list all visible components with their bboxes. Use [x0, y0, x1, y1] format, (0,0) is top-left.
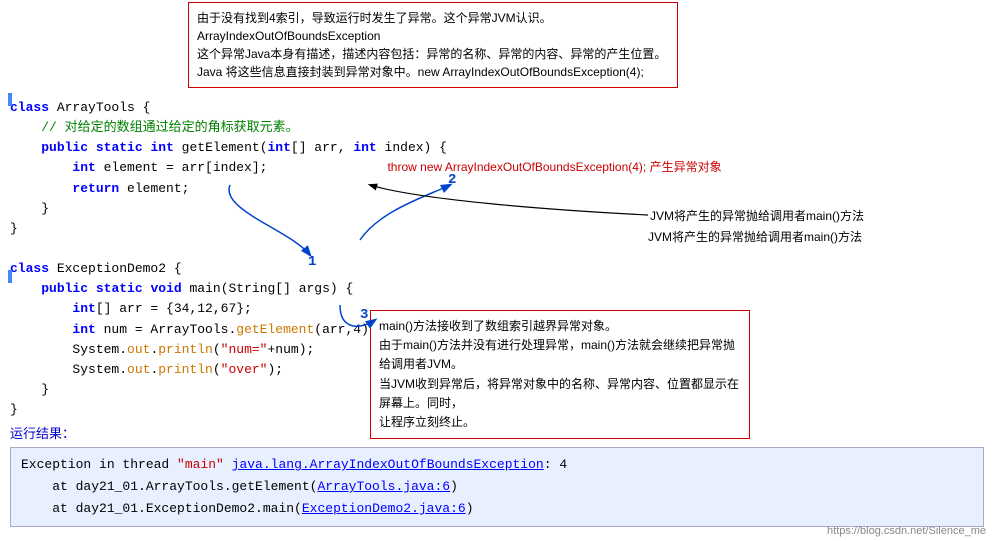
result-box: Exception in thread "main" java.lang.Arr… [10, 447, 984, 527]
top-annotation-line1: 由于没有找到4索引，导致运行时发生了异常。这个异常JVM认识。ArrayInde… [197, 9, 669, 45]
right-annotation: JVM将产生的异常抛给调用者main()方法 [648, 228, 968, 245]
code-line-close1: } [10, 199, 984, 219]
code-line-method2: public static void main(String[] args) { [10, 279, 984, 299]
code-line-comment: // 对给定的数组通过给定的角标获取元素。 [10, 118, 984, 138]
result-line1: Exception in thread "main" java.lang.Arr… [21, 454, 973, 476]
code-line-method1: public static int getElement(int[] arr, … [10, 138, 984, 158]
code-line-element: int element = arr[index];throw new Array… [10, 158, 984, 178]
bottom-line2: 由于main()方法并没有进行处理异常，main()方法就会继续把异常抛给调用者… [379, 336, 741, 374]
top-annotation-line2: 这个异常Java本身有描述，描述内容包括：异常的名称、异常的内容、异常的产生位置… [197, 45, 669, 63]
code-line-return: return element; [10, 179, 984, 199]
top-annotation-line3: Java 将这些信息直接封装到异常对象中。new ArrayIndexOutOf… [197, 63, 669, 81]
top-annotation-box: 由于没有找到4索引，导致运行时发生了异常。这个异常JVM认识。ArrayInde… [188, 2, 678, 88]
result-line2: at day21_01.ArrayTools.getElement(ArrayT… [21, 476, 973, 498]
bottom-line1: main()方法接收到了数组索引越界异常对象。 [379, 317, 741, 336]
bottom-line3: 当JVM收到异常后，将异常对象中的名称、异常内容、位置都显示在屏幕上。同时， [379, 375, 741, 413]
main-container: 由于没有找到4索引，导致运行时发生了异常。这个异常JVM认识。ArrayInde… [0, 0, 994, 541]
result-line3: at day21_01.ExceptionDemo2.main(Exceptio… [21, 498, 973, 520]
watermark: https://blog.csdn.net/Silence_me [827, 525, 986, 537]
code-line-class2: class ExceptionDemo2 { [10, 259, 984, 279]
code-line-class1: class ArrayTools { [10, 98, 984, 118]
bottom-annotation-box: main()方法接收到了数组索引越界异常对象。 由于main()方法并没有进行处… [370, 310, 750, 439]
bottom-line4: 让程序立刻终止。 [379, 413, 741, 432]
